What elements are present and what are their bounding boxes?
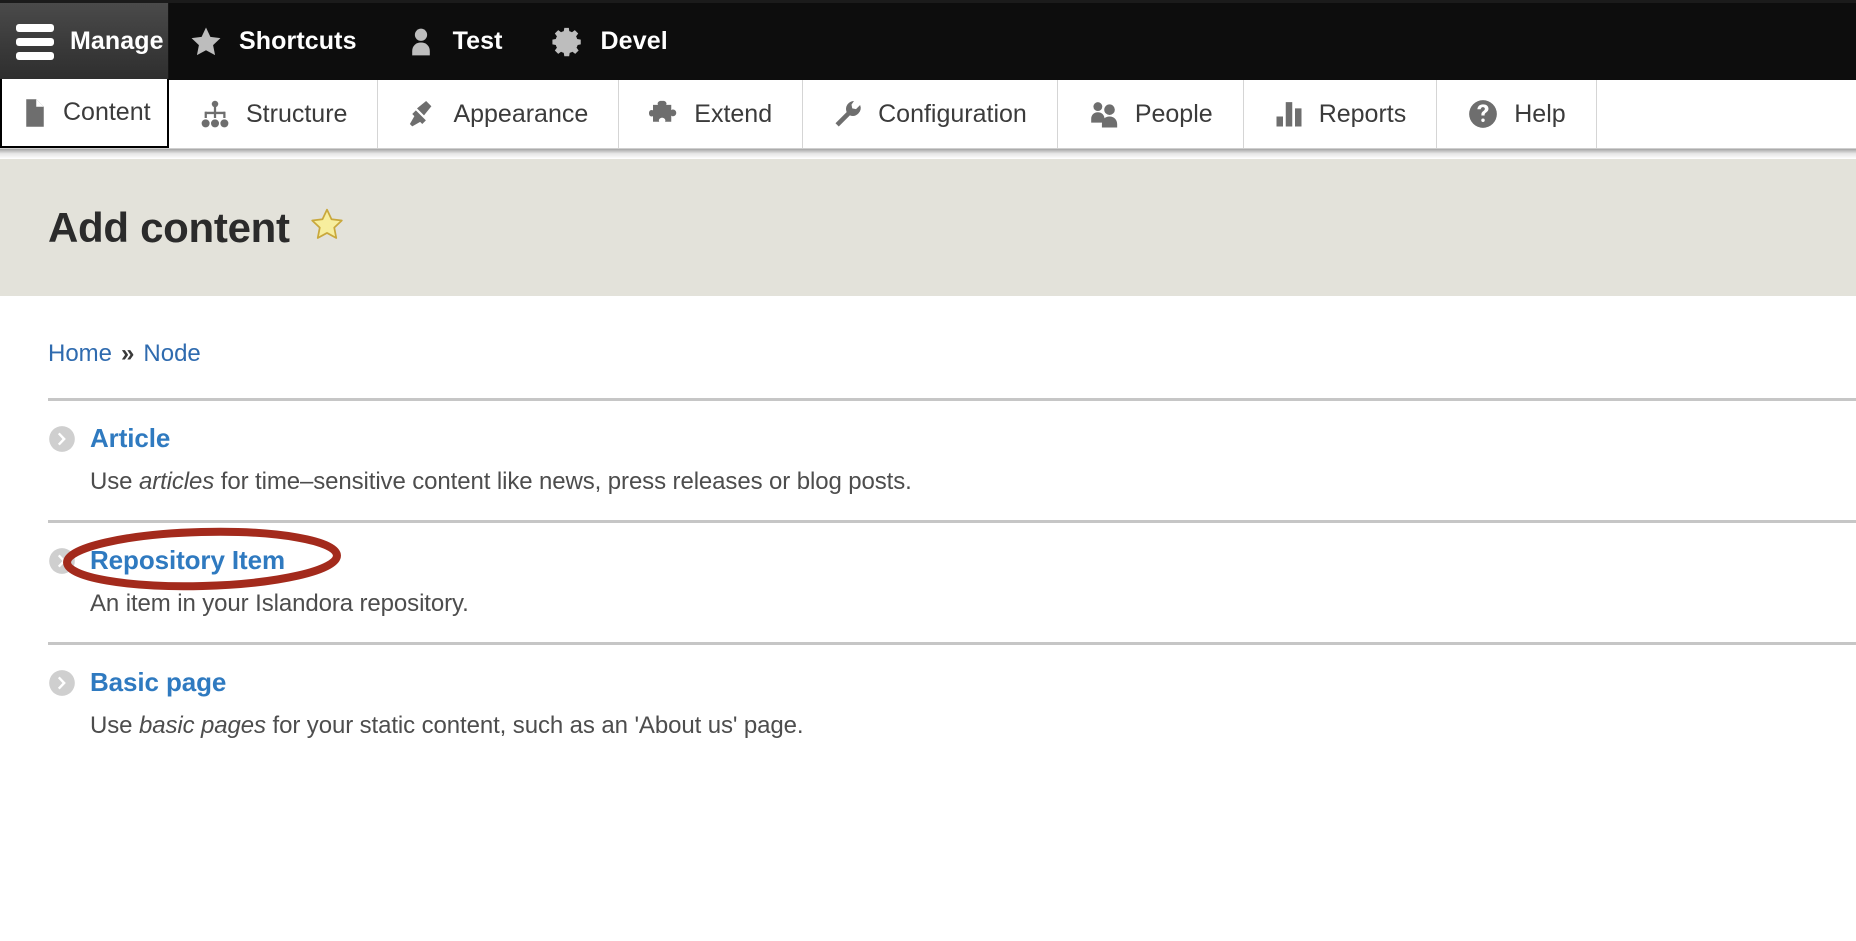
breadcrumb-separator: » bbox=[121, 340, 134, 368]
user-icon bbox=[405, 25, 437, 59]
admin-menu-bar: Content Structure Appearance Extend Conf… bbox=[0, 80, 1856, 149]
content-type-description: An item in your Islandora repository. bbox=[90, 590, 1856, 618]
desc-prefix: Use bbox=[90, 712, 139, 739]
desc-prefix: Use bbox=[90, 468, 139, 495]
toolbar-item-devel[interactable]: Devel bbox=[531, 3, 696, 80]
desc-prefix: An item in your Islandora repository. bbox=[90, 590, 469, 617]
menu-item-structure[interactable]: Structure bbox=[169, 80, 378, 148]
question-circle-icon bbox=[1467, 98, 1499, 130]
menu-item-content[interactable]: Content bbox=[0, 79, 169, 148]
chevron-circle-icon bbox=[48, 669, 76, 697]
toolbar-item-shortcuts-label: Shortcuts bbox=[239, 27, 357, 56]
desc-suffix: for your static content, such as an 'Abo… bbox=[266, 712, 804, 739]
menu-item-configuration-label: Configuration bbox=[878, 100, 1027, 129]
star-outline-icon[interactable] bbox=[308, 206, 346, 249]
menu-item-people[interactable]: People bbox=[1058, 80, 1244, 148]
menu-item-reports-label: Reports bbox=[1319, 100, 1407, 129]
page-title: Add content bbox=[48, 204, 290, 252]
menu-item-appearance-label: Appearance bbox=[453, 100, 588, 129]
content-type-link-basic-page[interactable]: Basic page bbox=[90, 667, 226, 698]
people-icon bbox=[1088, 99, 1120, 129]
content-type-header: Repository Item bbox=[48, 545, 1856, 576]
content-type-header: Article bbox=[48, 423, 1856, 454]
admin-menu-filler bbox=[1597, 80, 1856, 148]
menu-item-appearance[interactable]: Appearance bbox=[378, 80, 619, 148]
admin-toolbar-top: Manage Shortcuts Test Devel bbox=[0, 0, 1856, 80]
breadcrumb-item-home[interactable]: Home bbox=[48, 340, 112, 368]
content-type-header: Basic page bbox=[48, 667, 1856, 698]
chevron-circle-icon bbox=[48, 547, 76, 575]
content-type-item: Basic page Use basic pages for your stat… bbox=[48, 645, 1856, 764]
toolbar-item-manage-label: Manage bbox=[70, 27, 164, 56]
menu-item-help-label: Help bbox=[1514, 100, 1565, 129]
main-content: Home » Node Article Use articles for tim… bbox=[0, 296, 1856, 764]
content-type-link-repository-item[interactable]: Repository Item bbox=[90, 545, 285, 576]
menu-item-extend[interactable]: Extend bbox=[619, 80, 803, 148]
content-type-description: Use basic pages for your static content,… bbox=[90, 712, 1856, 740]
hamburger-icon bbox=[16, 24, 54, 60]
content-type-item: Article Use articles for time–sensitive … bbox=[48, 401, 1856, 520]
puzzle-icon bbox=[649, 99, 679, 129]
menu-item-extend-label: Extend bbox=[694, 100, 772, 129]
desc-suffix: for time–sensitive content like news, pr… bbox=[214, 468, 912, 495]
breadcrumb-item-node[interactable]: Node bbox=[143, 340, 200, 368]
menu-item-structure-label: Structure bbox=[246, 100, 347, 129]
menu-item-people-label: People bbox=[1135, 100, 1213, 129]
menu-item-help[interactable]: Help bbox=[1437, 80, 1596, 148]
toolbar-drop-shadow bbox=[0, 149, 1856, 159]
paintbrush-icon bbox=[408, 99, 438, 129]
toolbar-item-test[interactable]: Test bbox=[385, 3, 531, 80]
gear-icon bbox=[551, 25, 585, 59]
content-type-description: Use articles for time–sensitive content … bbox=[90, 468, 1856, 496]
menu-item-reports[interactable]: Reports bbox=[1244, 80, 1438, 148]
toolbar-item-manage[interactable]: Manage bbox=[0, 3, 169, 80]
toolbar-item-devel-label: Devel bbox=[601, 27, 668, 56]
bar-chart-icon bbox=[1274, 99, 1304, 129]
content-type-link-article[interactable]: Article bbox=[90, 423, 170, 454]
breadcrumb: Home » Node bbox=[48, 340, 1856, 368]
page-header-band: Add content bbox=[0, 159, 1856, 296]
sitemap-icon bbox=[199, 99, 231, 129]
menu-item-content-label: Content bbox=[63, 98, 151, 127]
menu-item-configuration[interactable]: Configuration bbox=[803, 80, 1058, 148]
desc-emphasis: articles bbox=[139, 468, 214, 495]
chevron-circle-icon bbox=[48, 425, 76, 453]
star-icon bbox=[189, 25, 223, 59]
desc-emphasis: basic pages bbox=[139, 712, 266, 739]
content-type-item: Repository Item An item in your Islandor… bbox=[48, 523, 1856, 642]
wrench-icon bbox=[833, 99, 863, 129]
page-icon bbox=[22, 98, 48, 128]
toolbar-item-test-label: Test bbox=[453, 27, 503, 56]
toolbar-item-shortcuts[interactable]: Shortcuts bbox=[169, 3, 385, 80]
